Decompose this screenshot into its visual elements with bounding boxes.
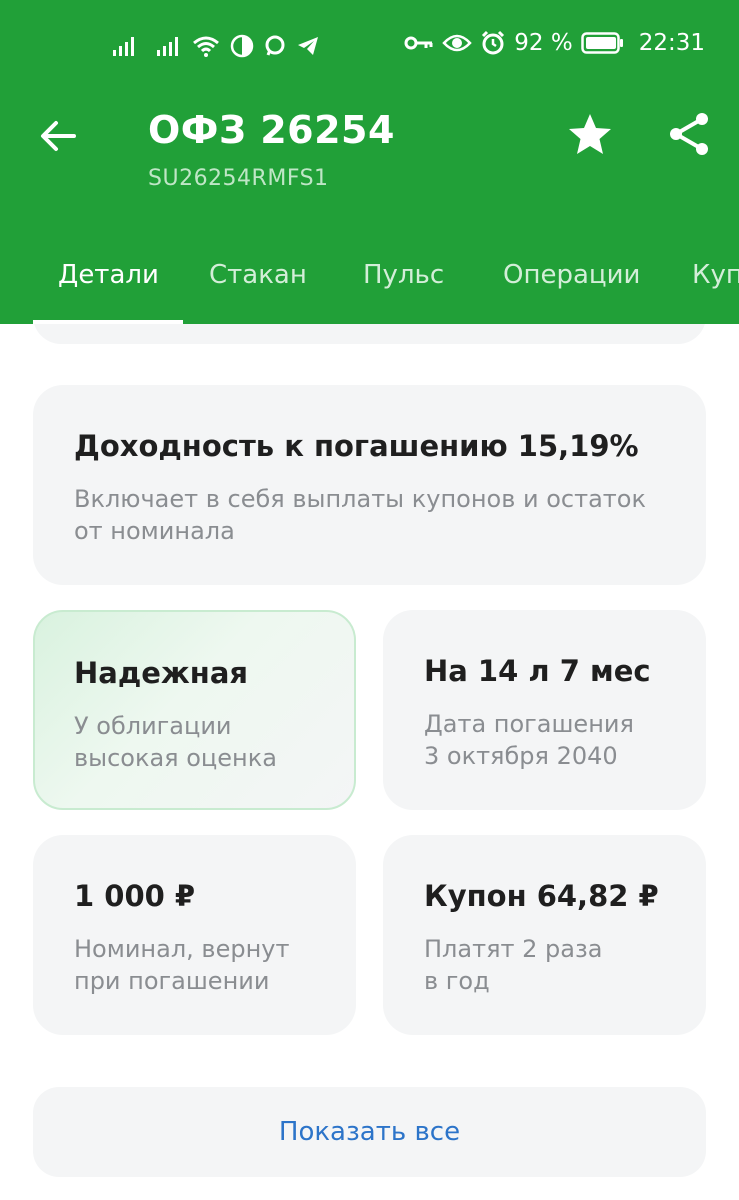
signal-icon xyxy=(156,35,182,57)
show-all-label: Показать все xyxy=(278,1117,461,1147)
status-icons-left xyxy=(112,34,320,58)
coupon-description: Платят 2 раза в год xyxy=(424,935,603,995)
details-content: Доходность к погашению 15,19% Включает в… xyxy=(0,324,739,1200)
wifi-icon xyxy=(192,35,220,57)
battery-percent: 92 % xyxy=(514,30,573,56)
star-icon xyxy=(569,114,611,154)
maturity-card[interactable]: На 14 л 7 мес Дата погашения 3 октября 2… xyxy=(383,610,706,810)
maturity-description: Дата погашения 3 октября 2040 xyxy=(424,710,634,770)
arrow-left-icon xyxy=(41,121,76,151)
tab-orderbook[interactable]: Стакан xyxy=(209,260,307,290)
eye-icon xyxy=(442,32,472,54)
tab-operations[interactable]: Операции xyxy=(503,260,640,290)
coupon-card[interactable]: Купон 64,82 ₽ Платят 2 раза в год xyxy=(383,835,706,1035)
reliability-title: Надежная xyxy=(74,656,249,690)
isin-code: SU26254RMFS1 xyxy=(148,166,329,191)
reliability-description: У облигации высокая оценка xyxy=(74,712,277,772)
nominal-description: Номинал, вернут при погашении xyxy=(74,935,290,995)
nominal-title: 1 000 ₽ xyxy=(74,879,196,913)
yield-description: Включает в себя выплаты купонов и остато… xyxy=(74,485,646,545)
battery-icon xyxy=(580,32,625,54)
tab-bar: Детали Стакан Пульс Операции Куп xyxy=(0,252,739,324)
favorite-button[interactable] xyxy=(566,112,614,156)
chat-icon xyxy=(264,35,286,57)
toolbar: ОФЗ 26254 SU26254RMFS1 xyxy=(0,100,739,210)
signal-icon xyxy=(112,35,138,57)
share-icon xyxy=(670,113,708,155)
page-title: ОФЗ 26254 xyxy=(148,108,395,152)
tab-pulse[interactable]: Пульс xyxy=(363,260,444,290)
reliability-card[interactable]: Надежная У облигации высокая оценка xyxy=(33,610,356,810)
yield-card[interactable]: Доходность к погашению 15,19% Включает в… xyxy=(33,385,706,585)
show-all-button[interactable]: Показать все xyxy=(33,1087,706,1177)
alarm-icon xyxy=(480,30,506,56)
halfmoon-icon xyxy=(230,34,254,58)
app-header: 92 % 22:31 ОФЗ 26254 SU26254RMFS1 Детали… xyxy=(0,0,739,324)
maturity-title: На 14 л 7 мес xyxy=(424,654,651,688)
back-button[interactable] xyxy=(36,114,80,158)
nominal-card[interactable]: 1 000 ₽ Номинал, вернут при погашении xyxy=(33,835,356,1035)
yield-title: Доходность к погашению 15,19% xyxy=(74,429,639,463)
key-icon xyxy=(404,33,434,53)
previous-card xyxy=(33,324,706,344)
tab-details[interactable]: Детали xyxy=(58,260,159,290)
share-button[interactable] xyxy=(666,110,714,158)
coupon-title: Купон 64,82 ₽ xyxy=(424,879,659,913)
tab-coupons[interactable]: Куп xyxy=(692,260,739,290)
telegram-icon xyxy=(296,35,320,57)
status-bar: 92 % 22:31 xyxy=(0,24,739,68)
clock: 22:31 xyxy=(638,30,705,56)
status-icons-right: 92 % 22:31 xyxy=(404,30,705,56)
